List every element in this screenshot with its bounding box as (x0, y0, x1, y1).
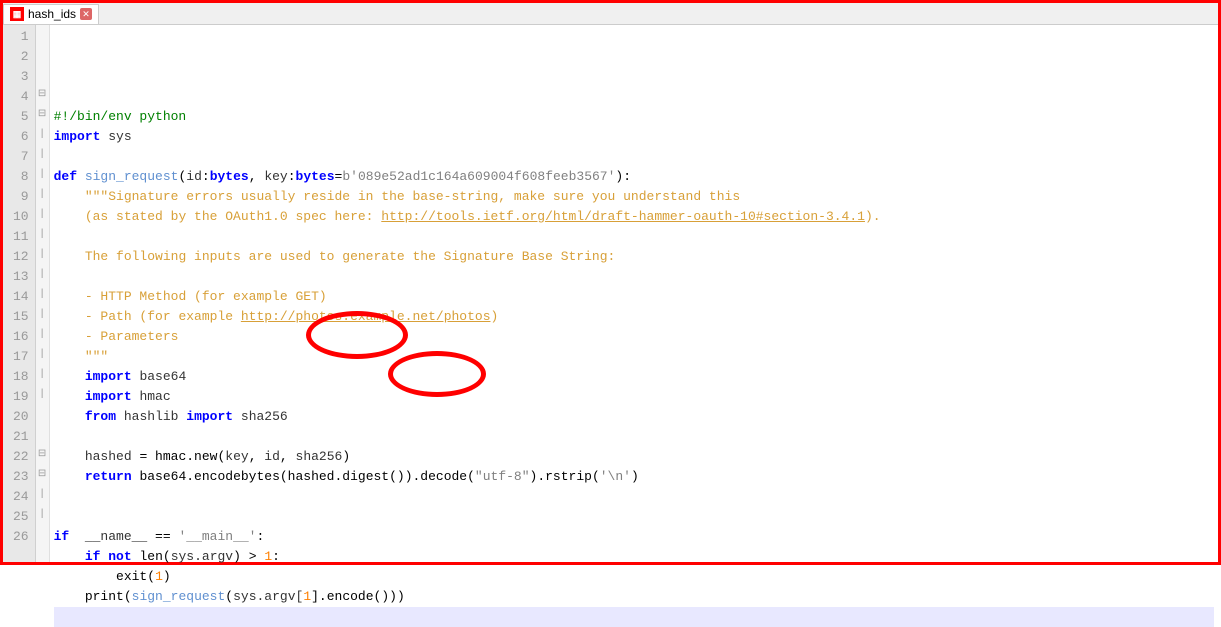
fold-marker: | (36, 285, 49, 305)
fold-marker[interactable]: ⊟ (36, 445, 49, 465)
line-number: 20 (13, 407, 29, 427)
fold-marker (36, 45, 49, 65)
code-line (54, 427, 1214, 447)
code-line: if __name__ == '__main__': (54, 527, 1214, 547)
fold-marker (36, 25, 49, 45)
code-line: """ (54, 347, 1214, 367)
fold-marker[interactable]: ⊟ (36, 85, 49, 105)
fold-marker: | (36, 305, 49, 325)
line-number: 16 (13, 327, 29, 347)
code-line: import base64 (54, 367, 1214, 387)
code-line: """Signature errors usually reside in th… (54, 187, 1214, 207)
code-line: - Parameters (54, 327, 1214, 347)
fold-marker (36, 65, 49, 85)
fold-marker (36, 425, 49, 445)
fold-marker: | (36, 165, 49, 185)
line-number: 17 (13, 347, 29, 367)
line-number: 25 (13, 507, 29, 527)
fold-marker: | (36, 225, 49, 245)
tab-hash-ids[interactable]: ▦ hash_ids ✕ (3, 4, 99, 24)
fold-column: ⊟⊟||||||||||||||⊟⊟|| (36, 25, 50, 562)
line-number: 13 (13, 267, 29, 287)
code-line: print(sign_request(sys.argv[1].encode())… (54, 587, 1214, 607)
line-number: 21 (13, 427, 29, 447)
fold-marker: | (36, 345, 49, 365)
fold-marker[interactable]: ⊟ (36, 105, 49, 125)
fold-marker[interactable]: ⊟ (36, 465, 49, 485)
fold-marker (36, 525, 49, 545)
code-line (54, 147, 1214, 167)
line-number: 19 (13, 387, 29, 407)
line-number: 4 (13, 87, 29, 107)
code-line: exit(1) (54, 567, 1214, 587)
line-number: 26 (13, 527, 29, 547)
editor: 1234567891011121314151617181920212223242… (3, 25, 1218, 562)
line-number: 23 (13, 467, 29, 487)
fold-marker: | (36, 365, 49, 385)
code-line: - HTTP Method (for example GET) (54, 287, 1214, 307)
tab-bar: ▦ hash_ids ✕ (3, 3, 1218, 25)
code-line: #!/bin/env python (54, 107, 1214, 127)
code-line (54, 227, 1214, 247)
fold-marker: | (36, 505, 49, 525)
line-number: 9 (13, 187, 29, 207)
fold-marker (36, 405, 49, 425)
line-number: 1 (13, 27, 29, 47)
line-number: 3 (13, 67, 29, 87)
line-number: 11 (13, 227, 29, 247)
file-icon: ▦ (10, 7, 24, 21)
code-line (54, 487, 1214, 507)
fold-marker: | (36, 385, 49, 405)
code-line: if not len(sys.argv) > 1: (54, 547, 1214, 567)
line-number: 8 (13, 167, 29, 187)
code-line: def sign_request(id:bytes, key:bytes=b'0… (54, 167, 1214, 187)
code-line (54, 607, 1214, 627)
fold-marker: | (36, 245, 49, 265)
code-area[interactable]: #!/bin/env pythonimport sys def sign_req… (50, 25, 1218, 562)
line-number: 12 (13, 247, 29, 267)
line-number: 7 (13, 147, 29, 167)
fold-marker: | (36, 265, 49, 285)
line-number: 24 (13, 487, 29, 507)
fold-marker: | (36, 205, 49, 225)
line-number: 6 (13, 127, 29, 147)
line-number: 10 (13, 207, 29, 227)
fold-marker: | (36, 145, 49, 165)
fold-marker: | (36, 325, 49, 345)
code-line (54, 507, 1214, 527)
line-number: 14 (13, 287, 29, 307)
code-line: hashed = hmac.new(key, id, sha256) (54, 447, 1214, 467)
code-line (54, 267, 1214, 287)
code-line: import hmac (54, 387, 1214, 407)
line-gutter: 1234567891011121314151617181920212223242… (3, 25, 36, 562)
tab-title: hash_ids (28, 7, 76, 21)
fold-marker: | (36, 485, 49, 505)
line-number: 22 (13, 447, 29, 467)
close-icon[interactable]: ✕ (80, 8, 92, 20)
code-line: import sys (54, 127, 1214, 147)
line-number: 5 (13, 107, 29, 127)
line-number: 15 (13, 307, 29, 327)
fold-marker: | (36, 185, 49, 205)
code-line: The following inputs are used to generat… (54, 247, 1214, 267)
code-line: (as stated by the OAuth1.0 spec here: ht… (54, 207, 1214, 227)
code-line: from hashlib import sha256 (54, 407, 1214, 427)
fold-marker: | (36, 125, 49, 145)
code-line: return base64.encodebytes(hashed.digest(… (54, 467, 1214, 487)
line-number: 2 (13, 47, 29, 67)
code-line: - Path (for example http://photos.exampl… (54, 307, 1214, 327)
line-number: 18 (13, 367, 29, 387)
